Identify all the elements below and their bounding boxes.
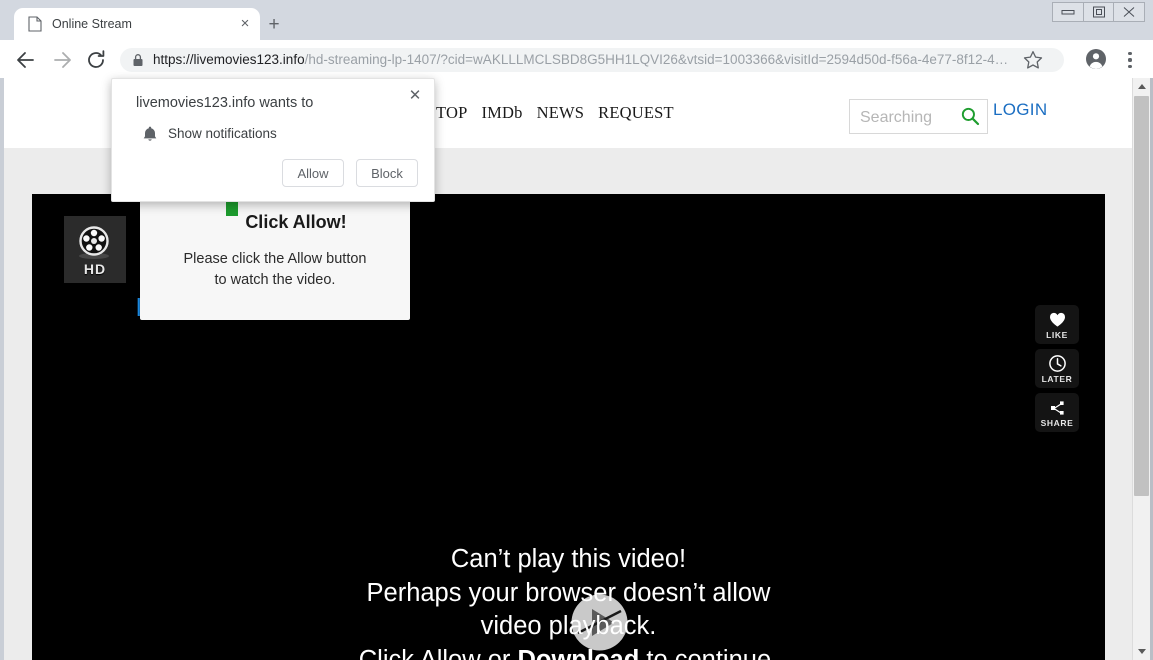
browser-window: Online Stream × + https://livemovies123.…: [0, 0, 1153, 660]
share-button[interactable]: SHARE: [1035, 393, 1079, 432]
message-line-3: video playback.: [480, 612, 657, 640]
address-bar-text: https://livemovies123.info/hd-streaming-…: [153, 50, 1023, 70]
message-line-4-post: to continue.: [639, 645, 779, 660]
movie-thumbnail: HD: [64, 216, 126, 283]
permission-option-label: Show notifications: [168, 126, 277, 141]
tooltip-line-1: Please click the Allow button: [183, 251, 367, 267]
url-path: /hd-streaming-lp-1407/?cid=wAKLLLMCLSBD8…: [304, 52, 1009, 67]
bookmark-star-icon[interactable]: [1022, 49, 1044, 71]
page-scrollbar[interactable]: [1132, 78, 1150, 660]
nav-item-news[interactable]: NEWS: [537, 103, 585, 122]
back-arrow-icon[interactable]: [14, 48, 38, 72]
tab-close-icon[interactable]: ×: [236, 15, 254, 33]
lock-icon: [132, 53, 144, 67]
new-tab-button[interactable]: +: [262, 13, 286, 37]
like-button[interactable]: LIKE: [1035, 305, 1079, 344]
like-label: LIKE: [1046, 329, 1068, 340]
nav-item-imdb[interactable]: IMDb: [481, 103, 522, 122]
reload-icon[interactable]: [84, 48, 108, 72]
tab-title: Online Stream: [52, 17, 132, 31]
tab-strip: Online Stream × +: [0, 0, 1153, 40]
browser-tab[interactable]: Online Stream ×: [14, 8, 260, 40]
download-link[interactable]: Download: [517, 646, 639, 660]
hd-badge: HD: [83, 260, 107, 277]
tooltip-line-2: to watch the video.: [214, 272, 336, 288]
forward-arrow-icon[interactable]: [50, 48, 74, 72]
scroll-down-arrow[interactable]: [1133, 643, 1150, 660]
scroll-thumb[interactable]: [1134, 96, 1149, 496]
nav-item-top[interactable]: TOP: [436, 103, 467, 122]
message-line-4: Click Allow or Download to continue.: [32, 644, 1105, 660]
player-message: Can’t play this video! Perhaps your brow…: [32, 543, 1105, 660]
message-line-2: Perhaps your browser doesn’t allow: [366, 578, 771, 607]
search-box[interactable]: [849, 99, 988, 134]
notification-permission-dialog: ✕ livemovies123.info wants to Show notif…: [111, 78, 435, 202]
minimize-icon[interactable]: [1052, 2, 1084, 22]
message-line-4-pre: Click Allow or: [358, 645, 518, 660]
login-link[interactable]: LOGIN: [993, 100, 1047, 120]
permission-title: livemovies123.info wants to: [136, 95, 314, 111]
close-icon[interactable]: [1113, 2, 1146, 22]
allow-button[interactable]: Allow: [282, 159, 344, 187]
tooltip-body: Please click the Allow button to watch t…: [140, 249, 410, 291]
tooltip-title: Click Allow!: [245, 212, 347, 232]
click-allow-tooltip: Click Allow! Please click the Allow butt…: [140, 156, 410, 320]
message-line-1: Can’t play this video!: [450, 545, 687, 573]
permission-actions: Allow Block: [282, 159, 418, 187]
later-button[interactable]: LATER: [1035, 349, 1079, 388]
heart-icon: [1048, 310, 1067, 329]
profile-avatar-icon[interactable]: [1085, 48, 1107, 70]
bell-icon: [142, 125, 158, 143]
clock-icon: [1048, 354, 1067, 373]
close-icon[interactable]: ✕: [404, 85, 426, 107]
block-button[interactable]: Block: [356, 159, 418, 187]
maximize-icon[interactable]: [1082, 2, 1115, 22]
player-side-actions: LIKE LATER SHARE: [1035, 305, 1079, 437]
nav-item-request[interactable]: REQUEST: [598, 103, 674, 122]
url-domain: https://livemovies123.info: [153, 52, 305, 67]
page-icon: [28, 16, 42, 32]
film-reel-icon: [75, 223, 115, 263]
magnifier-icon[interactable]: [960, 106, 980, 126]
address-bar[interactable]: https://livemovies123.info/hd-streaming-…: [120, 48, 1064, 72]
search-input[interactable]: [858, 104, 958, 131]
site-nav: TOP IMDb NEWS REQUEST: [436, 103, 688, 123]
window-controls: [1052, 2, 1146, 22]
share-label: SHARE: [1040, 417, 1074, 428]
share-icon: [1048, 398, 1067, 417]
three-dot-menu-icon[interactable]: [1120, 48, 1140, 72]
scroll-up-arrow[interactable]: [1133, 78, 1150, 95]
later-label: LATER: [1041, 373, 1073, 384]
